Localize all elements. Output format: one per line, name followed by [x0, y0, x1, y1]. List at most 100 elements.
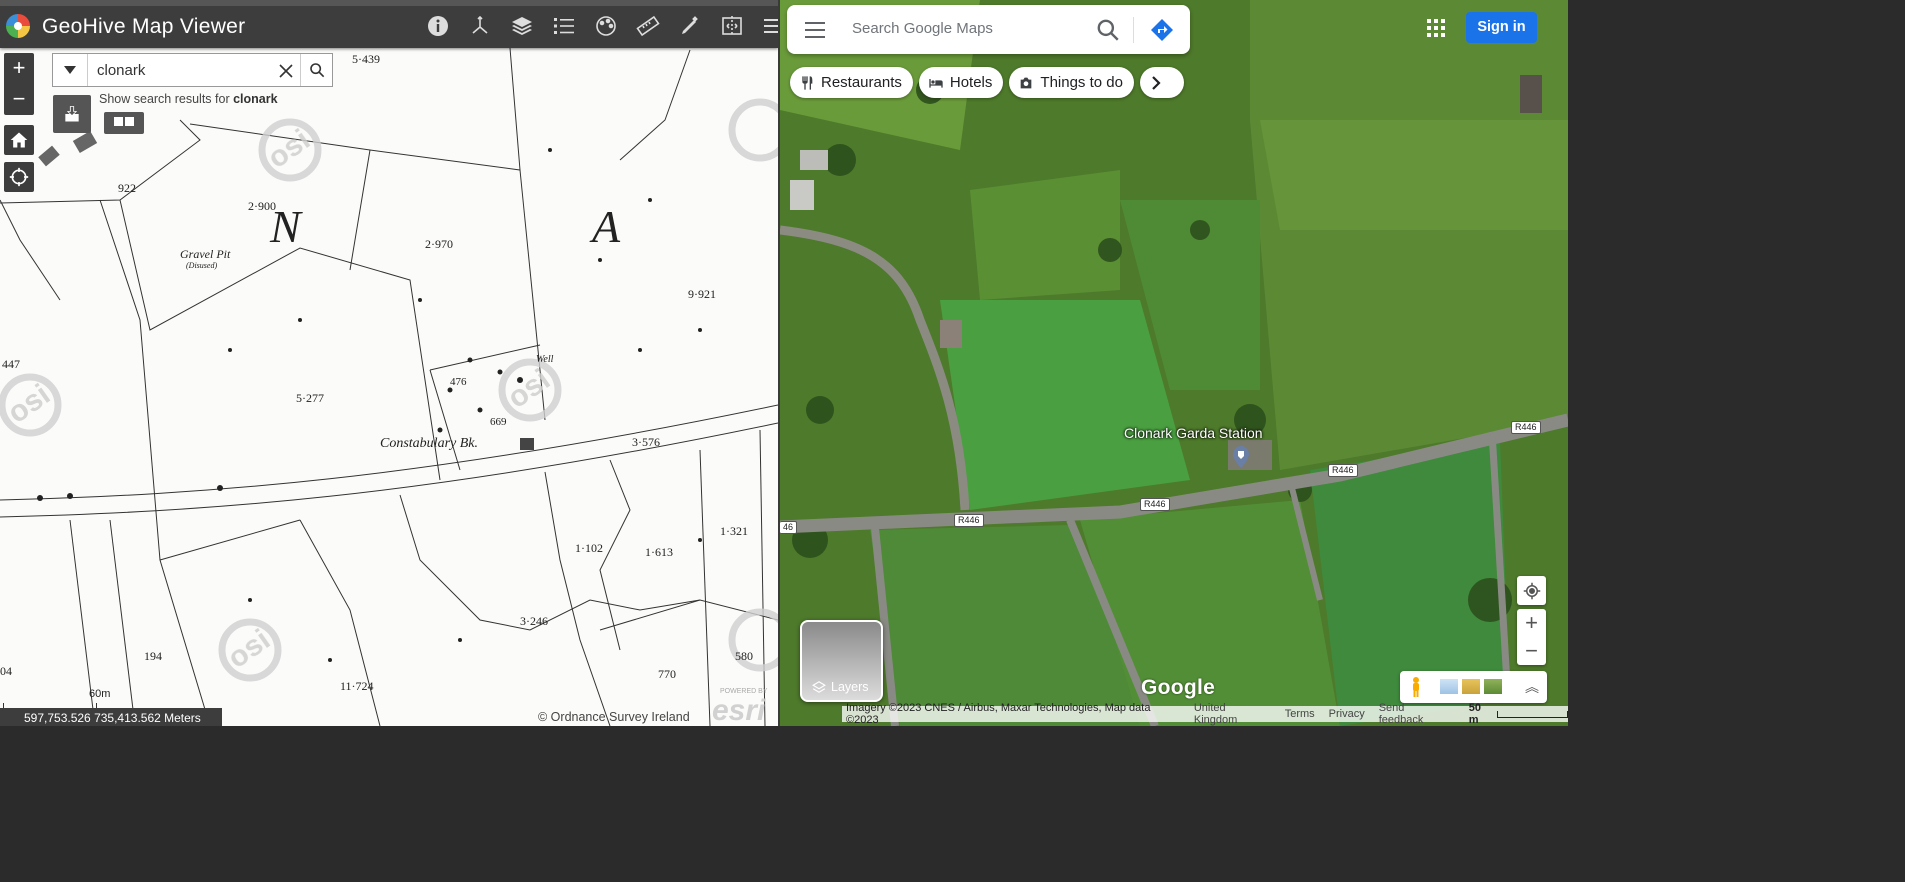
pegman-icon[interactable]	[1410, 677, 1422, 697]
home-icon	[10, 132, 28, 148]
historic-map-canvas[interactable]: N A 922 2·900 2·970 9·921 447 5·277 476 …	[0, 0, 778, 726]
map-attribution: © Ordnance Survey Ireland	[538, 710, 690, 724]
map-label-2900: 2·900	[248, 199, 276, 213]
hamburger-menu-icon[interactable]	[805, 22, 825, 43]
menu-icon[interactable]	[756, 8, 778, 44]
sign-in-button[interactable]: Sign in	[1466, 12, 1537, 43]
map-label-447: 447	[2, 357, 20, 371]
locate-icon	[9, 167, 29, 187]
search-icon[interactable]	[1095, 17, 1121, 43]
map-label-3576: 3·576	[632, 435, 660, 449]
clear-search-button[interactable]	[275, 60, 297, 82]
camera-icon	[1021, 77, 1032, 88]
download-widget-button[interactable]	[53, 95, 91, 133]
google-scale[interactable]: 50 m	[1469, 702, 1568, 726]
toolbar	[420, 8, 778, 44]
map-label-5439: 5·439	[352, 52, 380, 66]
map-type-tile-default[interactable]	[1440, 679, 1458, 694]
zoom-out-button[interactable]: −	[4, 84, 34, 115]
search-icon	[310, 63, 325, 78]
google-apps-icon[interactable]	[1427, 19, 1445, 37]
chip-things-to-do[interactable]: Things to do	[1009, 67, 1134, 98]
google-logo: Google	[1141, 676, 1216, 699]
google-zoom-in-button[interactable]: +	[1517, 609, 1546, 637]
expand-chevron-icon[interactable]: ︽	[1525, 677, 1539, 697]
layers-button[interactable]: Layers	[800, 620, 883, 702]
home-button[interactable]	[4, 125, 34, 155]
map-label-1613: 1·613	[645, 545, 673, 559]
map-label-11724: 11·724	[340, 679, 374, 693]
map-label-580: 580	[735, 649, 753, 663]
chip-label: Restaurants	[821, 74, 902, 91]
privacy-link[interactable]: Privacy	[1329, 708, 1365, 720]
chip-hotels[interactable]: Hotels	[918, 67, 1004, 98]
search-hint-term: clonark	[233, 92, 278, 106]
map-type-tile-satellite[interactable]	[1484, 679, 1502, 694]
layers-icon	[812, 681, 826, 693]
chip-label: Hotels	[949, 74, 993, 91]
map-label-194: 194	[144, 649, 162, 663]
search-input[interactable]	[97, 60, 277, 80]
zoom-control: + −	[4, 53, 34, 115]
satellite-map-canvas[interactable]	[780, 0, 1568, 726]
map-label-gravel-pit: Gravel Pit	[180, 247, 231, 261]
map-type-tile-terrain[interactable]	[1462, 679, 1480, 694]
map-label-770: 770	[658, 667, 676, 681]
search-hint[interactable]: Show search results for clonark	[99, 92, 278, 106]
imagery-attribution: Imagery ©2023 CNES / Airbus, Maxar Techn…	[846, 702, 1151, 726]
scale-label: 60m	[89, 688, 111, 700]
place-label[interactable]: Clonark Garda Station	[1124, 425, 1263, 441]
region-link[interactable]: United Kingdom	[1194, 702, 1271, 726]
geohive-header: GeoHive Map Viewer	[0, 0, 778, 48]
my-location-button[interactable]	[1517, 576, 1546, 605]
compare-widget-button[interactable]	[104, 112, 144, 134]
close-icon	[279, 64, 293, 78]
google-zoom-out-button[interactable]: −	[1517, 637, 1546, 665]
geohive-logo-icon	[6, 14, 30, 38]
map-label-5277: 5·277	[296, 391, 324, 405]
road-label: R446	[1328, 464, 1358, 477]
basemap-icon[interactable]	[588, 8, 624, 44]
directions-icon[interactable]	[1150, 18, 1174, 42]
chips-next-button[interactable]	[1142, 69, 1170, 97]
map-label-2970: 2·970	[425, 237, 453, 251]
layers-label: Layers	[812, 680, 869, 694]
map-label-3246: 3·246	[520, 614, 548, 628]
layers-icon[interactable]	[504, 8, 540, 44]
google-scale-line	[1497, 710, 1568, 718]
app-title: GeoHive Map Viewer	[42, 15, 246, 38]
caret-down-icon	[64, 66, 76, 74]
chip-label: Things to do	[1040, 74, 1123, 91]
map-label-a: A	[589, 201, 621, 252]
locate-button[interactable]	[4, 162, 34, 192]
google-zoom-control: + −	[1517, 609, 1546, 665]
police-pin-icon[interactable]	[1232, 446, 1250, 468]
terms-link[interactable]: Terms	[1285, 708, 1315, 720]
map-type-strip: ︽	[1400, 671, 1547, 703]
coordinates-icon[interactable]	[462, 8, 498, 44]
esri-logo[interactable]: esri	[712, 694, 765, 726]
search-box	[52, 53, 333, 87]
zoom-in-button[interactable]: +	[4, 53, 34, 84]
draw-icon[interactable]	[672, 8, 708, 44]
coordinate-readout: 597,753.526 735,413.562 Meters	[0, 708, 222, 726]
header-top-band	[0, 0, 778, 6]
info-icon[interactable]	[420, 8, 456, 44]
send-feedback-link[interactable]: Send feedback	[1379, 702, 1451, 726]
map-label-476: 476	[450, 376, 467, 388]
chevron-right-icon	[1152, 76, 1161, 90]
chip-restaurants[interactable]: Restaurants	[790, 67, 913, 98]
measure-icon[interactable]	[630, 8, 666, 44]
road-label: R446	[954, 514, 984, 527]
legend-icon[interactable]	[546, 8, 582, 44]
map-label-disused: (Disused)	[186, 261, 217, 270]
swipe-icon[interactable]	[714, 8, 750, 44]
restaurant-icon	[802, 75, 813, 90]
map-label-constabulary: Constabulary Bk.	[380, 436, 478, 451]
google-search-input[interactable]	[852, 20, 1072, 37]
my-location-icon	[1523, 582, 1540, 599]
map-label-922: 922	[118, 181, 136, 195]
layers-text: Layers	[831, 680, 869, 694]
search-source-dropdown[interactable]	[53, 54, 88, 86]
search-submit-button[interactable]	[300, 54, 333, 86]
